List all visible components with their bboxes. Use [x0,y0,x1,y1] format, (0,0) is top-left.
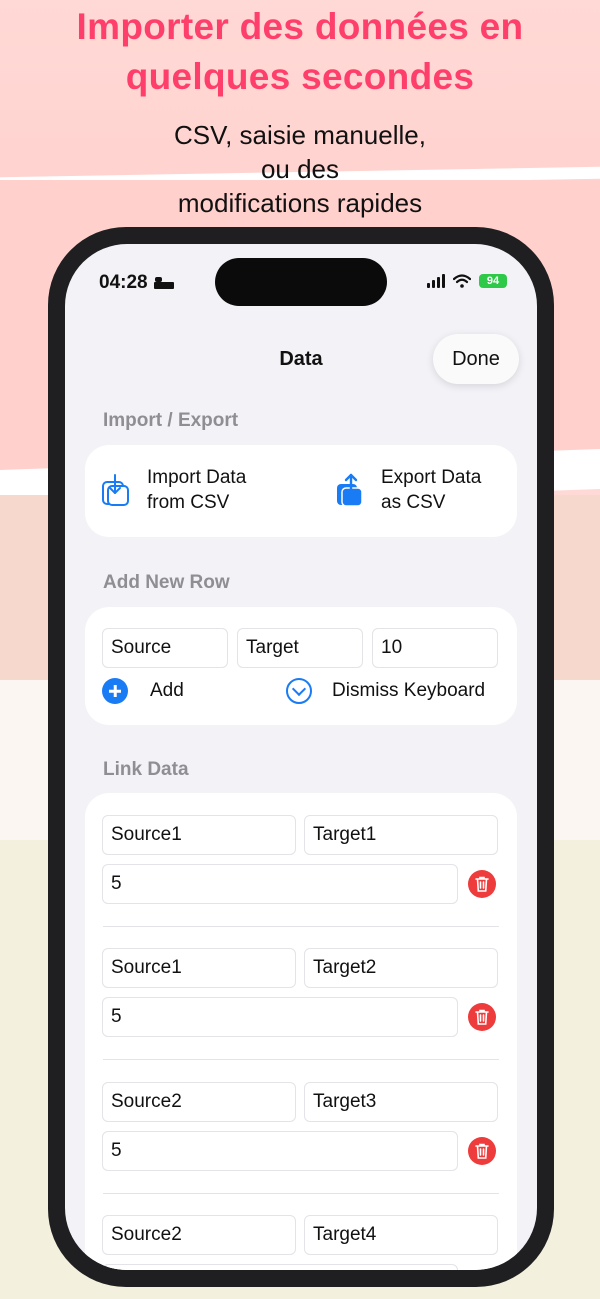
import-export-card: Import Data from CSV Export Data as CSV [85,445,517,537]
subline-3: modifications rapides [177,188,423,218]
add-row-button[interactable]: Add [102,678,184,704]
section-label-import-export: Import / Export [103,410,239,431]
wifi-icon [453,274,471,288]
status-icons: 94 [427,274,507,288]
bed-icon [153,277,174,289]
link-value-input[interactable]: 5 [102,997,458,1037]
link-target-input[interactable]: Target1 [304,815,498,855]
section-label-add-row: Add New Row [103,572,230,593]
headline-line-2: quelques secondes [125,56,475,97]
delete-row-button[interactable] [468,1003,496,1031]
new-source-input[interactable]: Source [102,628,228,668]
import-file-icon [102,474,129,506]
plus-circle-icon [102,678,128,704]
subline-2: ou des [260,154,340,184]
export-csv-button[interactable]: Export Data as CSV [335,465,481,515]
link-target-input[interactable]: Target2 [304,948,498,988]
phone-frame: 04:28 94 Data Done Import / Export Impor… [48,227,554,1287]
status-time-text: 04:28 [99,272,148,293]
new-target-input[interactable]: Target [237,628,363,668]
status-time: 04:28 [99,272,174,294]
subline-1: CSV, saisie manuelle, [174,120,426,150]
link-data-card: Source1 Target1 5 Source1 Target2 5 Sour… [85,793,517,1270]
trash-icon [475,1009,489,1025]
row-divider [103,926,499,927]
dynamic-island [215,258,387,306]
done-button[interactable]: Done [433,334,519,384]
dismiss-keyboard-label: Dismiss Keyboard [332,680,486,701]
link-source-input[interactable]: Source1 [102,815,296,855]
phone-screen: 04:28 94 Data Done Import / Export Impor… [65,244,537,1270]
link-value-input[interactable] [102,1264,458,1270]
import-csv-button[interactable]: Import Data from CSV [101,465,246,515]
chevron-down-circle-icon [286,678,312,704]
trash-icon [475,876,489,892]
export-label-line-1: Export Data [381,467,482,488]
export-label-line-2: as CSV [381,492,446,513]
add-row-card: Source Target 10 Add Dismiss Keyboard [85,607,517,725]
delete-row-button[interactable] [468,870,496,898]
cellular-signal-icon [427,274,445,288]
promo-subheadline: CSV, saisie manuelle, ou des modificatio… [0,118,600,220]
delete-row-button[interactable] [468,1137,496,1165]
section-label-link-data: Link Data [103,759,189,780]
import-label-line-1: Import Data [147,467,247,488]
link-value-input[interactable]: 5 [102,1131,458,1171]
trash-icon [475,1143,489,1159]
link-source-input[interactable]: Source2 [102,1082,296,1122]
battery-charging-icon: 94 [479,274,507,288]
new-value-input[interactable]: 10 [372,628,498,668]
add-row-label: Add [150,680,184,701]
import-label-line-2: from CSV [147,492,230,513]
headline-line-1: Importer des données en [76,6,524,47]
link-target-input[interactable]: Target3 [304,1082,498,1122]
link-target-input[interactable]: Target4 [304,1215,498,1255]
link-source-input[interactable]: Source2 [102,1215,296,1255]
export-file-icon [337,473,363,507]
row-divider [103,1193,499,1194]
link-source-input[interactable]: Source1 [102,948,296,988]
dismiss-keyboard-button[interactable]: Dismiss Keyboard [286,678,485,704]
promo-headline: Importer des données en quelques seconde… [0,2,600,102]
link-value-input[interactable]: 5 [102,864,458,904]
row-divider [103,1059,499,1060]
